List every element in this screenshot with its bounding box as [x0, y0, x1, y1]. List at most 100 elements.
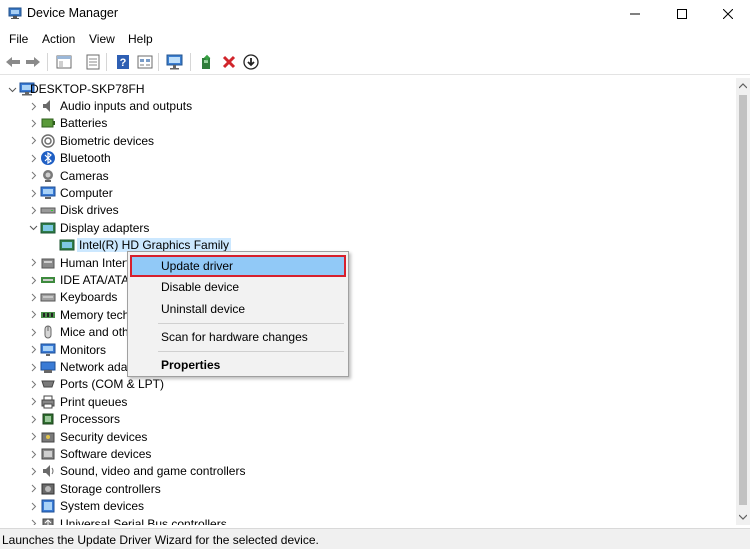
menu-action[interactable]: Action [42, 32, 75, 46]
expand-chevron-icon[interactable] [27, 187, 39, 199]
disable-device-menu-item[interactable]: Disable device [130, 276, 346, 298]
expand-chevron-icon[interactable] [27, 431, 39, 443]
tree-category-print-queues[interactable]: Print queues [27, 394, 427, 411]
disable-device-label: Disable device [161, 280, 240, 294]
expand-chevron-icon[interactable] [27, 257, 39, 269]
expand-chevron-icon[interactable] [27, 465, 39, 477]
tree-item-label: Memory tech [60, 307, 130, 322]
tree-item-label: Universal Serial Bus controllers [60, 516, 227, 525]
tree-category-storage-controllers[interactable]: Storage controllers [27, 481, 427, 498]
toolbar-separator [47, 53, 48, 71]
scan-monitor-icon[interactable] [165, 52, 185, 72]
expand-chevron-icon[interactable] [27, 378, 39, 390]
disable-download-icon[interactable] [241, 52, 261, 72]
expand-chevron-icon[interactable] [27, 291, 39, 303]
scroll-up-arrow-icon[interactable] [736, 78, 750, 94]
fingerprint-icon [40, 133, 56, 149]
storage-icon [40, 481, 56, 497]
ide-icon [40, 272, 56, 288]
status-bar: Launches the Update Driver Wizard for th… [0, 528, 750, 549]
expand-chevron-icon[interactable] [27, 152, 39, 164]
update-driver-menu-item[interactable]: Update driver [130, 255, 346, 277]
expand-chevron-icon[interactable] [27, 413, 39, 425]
tree-category-batteries[interactable]: Batteries [27, 115, 427, 132]
tree-item-label: Batteries [60, 116, 108, 131]
tree-category-disk-drives[interactable]: Disk drives [27, 202, 427, 219]
expand-chevron-icon[interactable] [27, 274, 39, 286]
tree-item-label: Security devices [60, 429, 148, 444]
battery-icon [40, 115, 56, 131]
help-icon[interactable]: ? [113, 52, 133, 72]
expand-chevron-icon[interactable] [27, 500, 39, 512]
properties-icon[interactable] [83, 52, 103, 72]
window-title: Device Manager [27, 6, 119, 20]
scroll-down-arrow-icon[interactable] [736, 509, 750, 525]
expand-chevron-icon[interactable] [27, 518, 39, 525]
vertical-scrollbar[interactable] [736, 78, 750, 525]
menu-help[interactable]: Help [128, 32, 153, 46]
tree-category-bluetooth[interactable]: Bluetooth [27, 150, 427, 167]
maximize-button[interactable] [659, 0, 705, 28]
expand-chevron-icon[interactable] [27, 344, 39, 356]
update-driver-icon[interactable] [197, 52, 217, 72]
tree-category-security-devices[interactable]: Security devices [27, 429, 427, 446]
usb-icon [40, 516, 56, 525]
menu-separator [158, 323, 344, 324]
tree-category-cameras[interactable]: Cameras [27, 168, 427, 185]
tree-root[interactable]: DESKTOP-SKP78FH [6, 81, 306, 98]
tree-category-sound-video-and-game-controllers[interactable]: Sound, video and game controllers [27, 463, 427, 480]
device-manager-app-icon [8, 6, 22, 20]
tree-category-ports-com-lpt[interactable]: Ports (COM & LPT) [27, 376, 427, 393]
tree-item-label: Biometric devices [60, 133, 155, 148]
forward-arrow-icon[interactable] [23, 52, 43, 72]
svg-text:?: ? [120, 57, 127, 69]
collapse-chevron-icon[interactable] [6, 83, 18, 95]
tree-category-universal-serial-bus-controllers[interactable]: Universal Serial Bus controllers [27, 516, 427, 525]
scan-hardware-menu-item[interactable]: Scan for hardware changes [130, 326, 346, 348]
expand-chevron-icon[interactable] [27, 326, 39, 338]
menu-view[interactable]: View [89, 32, 115, 46]
expand-chevron-icon[interactable] [27, 396, 39, 408]
tree-category-system-devices[interactable]: System devices [27, 498, 427, 515]
close-button[interactable] [705, 0, 750, 28]
tree-category-computer[interactable]: Computer [27, 185, 427, 202]
collapse-chevron-icon[interactable] [27, 222, 39, 234]
expand-chevron-icon[interactable] [27, 309, 39, 321]
tree-category-audio-inputs-and-outputs[interactable]: Audio inputs and outputs [27, 98, 427, 115]
properties-label: Properties [161, 358, 221, 372]
monitor-icon [40, 342, 56, 358]
network-icon [40, 359, 56, 375]
tree-category-biometric-devices[interactable]: Biometric devices [27, 133, 427, 150]
back-arrow-icon[interactable] [3, 52, 23, 72]
expand-chevron-icon[interactable] [27, 100, 39, 112]
uninstall-device-menu-item[interactable]: Uninstall device [130, 298, 346, 320]
toolbar: ? [0, 49, 750, 75]
expand-chevron-icon[interactable] [27, 361, 39, 373]
menu-file[interactable]: File [9, 32, 28, 46]
title-bar: Device Manager [0, 0, 750, 28]
expand-chevron-icon[interactable] [27, 117, 39, 129]
uninstall-x-icon[interactable] [219, 52, 239, 72]
port-icon [40, 376, 56, 392]
expand-chevron-icon[interactable] [27, 204, 39, 216]
display-adapter-icon [59, 237, 75, 253]
expand-chevron-icon[interactable] [27, 483, 39, 495]
menu-bar: File Action View Help [0, 29, 750, 49]
expand-chevron-icon[interactable] [27, 135, 39, 147]
expand-chevron-icon[interactable] [27, 170, 39, 182]
minimize-button[interactable] [612, 0, 658, 28]
uninstall-device-label: Uninstall device [161, 302, 246, 316]
view-icon[interactable] [135, 52, 155, 72]
display-adapter-icon [40, 220, 56, 236]
processor-icon [40, 411, 56, 427]
expand-chevron-icon[interactable] [27, 448, 39, 460]
tree-category-processors[interactable]: Processors [27, 411, 427, 428]
scrollbar-thumb[interactable] [739, 95, 747, 505]
tree-category-display-adapters[interactable]: Display adapters [27, 220, 427, 237]
show-hide-tree-icon[interactable] [54, 52, 74, 72]
tree-category-software-devices[interactable]: Software devices [27, 446, 427, 463]
toolbar-separator [106, 53, 107, 71]
properties-menu-item[interactable]: Properties [130, 354, 346, 376]
tree-item-label: Sound, video and game controllers [60, 464, 246, 479]
camera-icon [40, 168, 56, 184]
